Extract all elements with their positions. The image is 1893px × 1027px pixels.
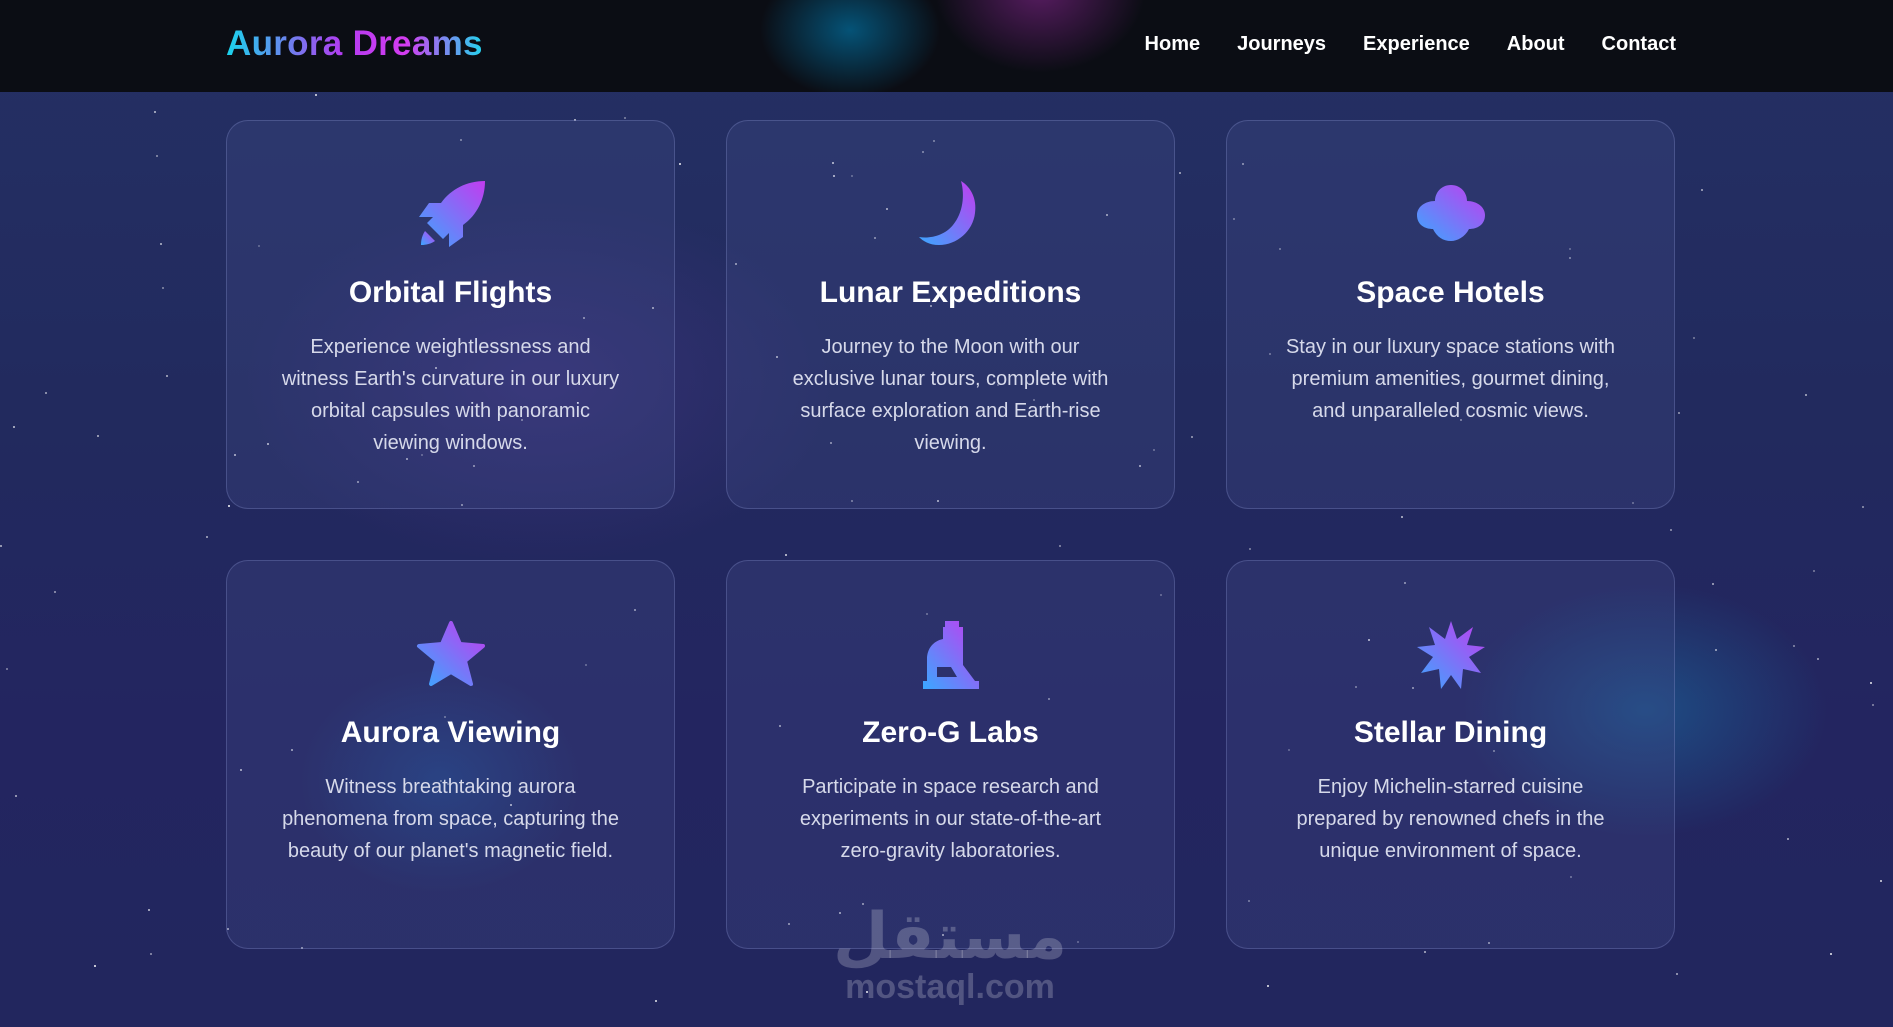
star-dot (13, 426, 15, 428)
card-orbital-flights[interactable]: Orbital Flights Experience weightlessnes… (226, 120, 675, 509)
star-dot (1870, 682, 1872, 684)
star-dot (154, 111, 156, 113)
star-dot (1678, 412, 1680, 414)
nav-home[interactable]: Home (1145, 33, 1201, 56)
star-dot (162, 287, 164, 289)
star-dot (1712, 583, 1714, 585)
star-dot (1862, 506, 1864, 508)
star-dot (1872, 704, 1874, 706)
star-dot (1805, 394, 1807, 396)
star-dot (1830, 953, 1832, 955)
site-header: Aurora Dreams Home Journeys Experience A… (0, 0, 1893, 92)
star-dot (1424, 951, 1426, 953)
card-stellar-dining[interactable]: Stellar Dining Enjoy Michelin-starred cu… (1226, 560, 1675, 949)
card-description: Enjoy Michelin-starred cuisine prepared … (1296, 776, 1605, 862)
star-dot (1059, 545, 1061, 547)
star-dot (160, 243, 162, 245)
star-dot (1191, 436, 1193, 438)
nav-journeys[interactable]: Journeys (1237, 33, 1326, 56)
star-dot (15, 795, 17, 797)
nav-experience[interactable]: Experience (1363, 33, 1470, 56)
main-nav: Home Journeys Experience About Contact (1145, 33, 1676, 56)
star-dot (1670, 529, 1672, 531)
card-zero-g-labs[interactable]: Zero-G Labs Participate in space researc… (726, 560, 1175, 949)
star-dot (1401, 516, 1403, 518)
star-dot (1693, 337, 1695, 339)
star-dot (6, 668, 8, 670)
star-dot (1179, 172, 1181, 174)
card-title: Space Hotels (1356, 276, 1545, 309)
star-dot (624, 117, 626, 119)
star-dot (45, 392, 47, 394)
star-dot (94, 965, 96, 967)
star-dot (1787, 838, 1789, 840)
star-dot (1701, 189, 1703, 191)
card-description: Journey to the Moon with our exclusive l… (792, 336, 1109, 454)
card-description: Stay in our luxury space stations with p… (1285, 336, 1616, 422)
star-dot (148, 909, 150, 911)
header-glow (740, 0, 1160, 92)
star-dot (1715, 649, 1717, 651)
star-dot (228, 505, 230, 507)
star-dot (1880, 880, 1882, 882)
star-dot (785, 554, 787, 556)
star-icon (416, 621, 485, 686)
card-description: Participate in space research and experi… (799, 776, 1102, 862)
star-dot (150, 953, 152, 955)
star-dot (1267, 985, 1269, 987)
card-title: Orbital Flights (348, 276, 553, 309)
star-dot (54, 591, 56, 593)
brand-logo[interactable]: Aurora Dreams (226, 24, 483, 64)
card-space-hotels[interactable]: Space Hotels Stay in our luxury space st… (1226, 120, 1675, 509)
star-dot (1793, 645, 1795, 647)
card-lunar-expeditions[interactable]: Lunar Expeditions Journey to the Moon wi… (726, 120, 1175, 509)
star-dot (97, 435, 99, 437)
nav-about[interactable]: About (1507, 33, 1565, 56)
card-description: Witness breathtaking aurora phenomena fr… (282, 776, 619, 862)
star-dot (156, 155, 158, 157)
star-dot (0, 545, 2, 547)
watermark-latin: mostaql.com (845, 968, 1055, 1006)
card-title: Aurora Viewing (340, 716, 561, 749)
star-dot (1249, 548, 1251, 550)
card-aurora-viewing[interactable]: Aurora Viewing Witness breathtaking auro… (226, 560, 675, 949)
star-dot (1817, 658, 1819, 660)
star-dot (315, 94, 317, 96)
star-dot (1813, 570, 1815, 572)
star-dot (655, 1000, 657, 1002)
star-dot (166, 375, 168, 377)
star-dot (679, 163, 681, 165)
star-dot (1676, 973, 1678, 975)
nav-contact[interactable]: Contact (1602, 33, 1676, 56)
microscope-icon (922, 621, 979, 689)
watermark-arabic: مستقل (832, 900, 1068, 974)
card-title: Zero-G Labs (862, 716, 1039, 749)
watermark: مستقل mostaql.com (830, 905, 1070, 1005)
card-title: Lunar Expeditions (819, 276, 1082, 309)
card-title: Stellar Dining (1353, 716, 1548, 749)
burst-icon (1416, 621, 1485, 689)
moon-icon (918, 181, 975, 245)
card-description: Experience weightlessness and witness Ea… (281, 336, 620, 454)
rocket-icon (418, 181, 485, 247)
star-dot (206, 536, 208, 538)
cloud-icon (1416, 185, 1485, 241)
